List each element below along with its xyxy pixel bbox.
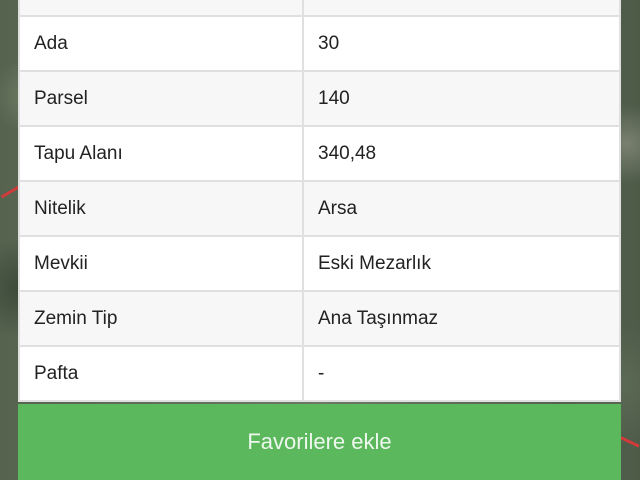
parcel-info-panel: Ada 30 Parsel 140 Tapu Alanı 340,48 Nite… [18,0,621,402]
table-row: Zemin Tip Ana Taşınmaz [18,290,621,347]
table-row: Nitelik Arsa [18,180,621,237]
table-row [18,0,621,17]
row-value-ada: 30 [302,15,621,72]
row-label-zemin-tip: Zemin Tip [18,290,304,347]
table-row: Tapu Alanı 340,48 [18,125,621,182]
row-label [18,0,304,17]
row-label-tapu-alani: Tapu Alanı [18,125,304,182]
table-row: Mevkii Eski Mezarlık [18,235,621,292]
row-value-pafta: - [302,345,621,402]
table-row: Pafta - [18,345,621,402]
row-value-zemin-tip: Ana Taşınmaz [302,290,621,347]
row-value-nitelik: Arsa [302,180,621,237]
add-to-favorites-button[interactable]: Favorilere ekle [18,404,621,480]
row-value-parsel: 140 [302,70,621,127]
parcel-info-table: Ada 30 Parsel 140 Tapu Alanı 340,48 Nite… [18,0,621,402]
row-value-mevkii: Eski Mezarlık [302,235,621,292]
row-label-parsel: Parsel [18,70,304,127]
row-value-tapu-alani: 340,48 [302,125,621,182]
row-label-nitelik: Nitelik [18,180,304,237]
table-row: Ada 30 [18,15,621,72]
table-row: Parsel 140 [18,70,621,127]
row-label-ada: Ada [18,15,304,72]
row-value [302,0,621,17]
row-label-pafta: Pafta [18,345,304,402]
row-label-mevkii: Mevkii [18,235,304,292]
